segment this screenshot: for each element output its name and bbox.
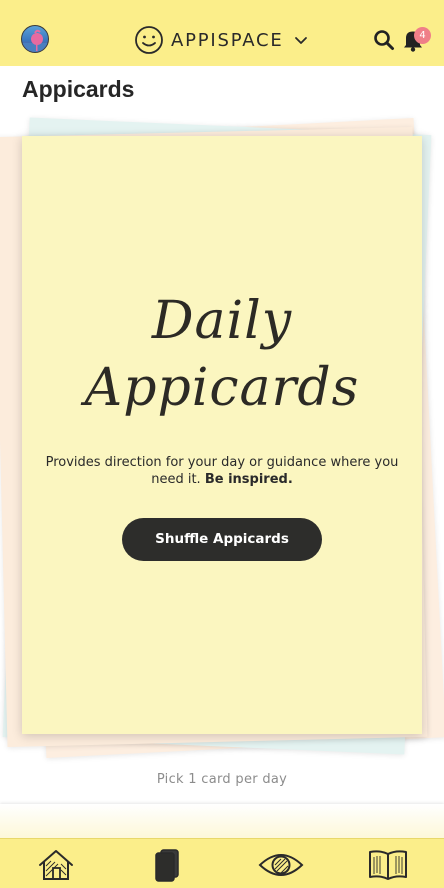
eye-icon — [258, 854, 304, 876]
content-footer-strip — [0, 804, 444, 838]
home-icon — [39, 850, 73, 880]
nav-home[interactable] — [34, 845, 78, 885]
card-heading-line2: Appicards — [84, 358, 360, 418]
brand-name: APPISPACE — [171, 29, 284, 51]
nav-journal[interactable] — [366, 845, 410, 885]
nav-appicards[interactable] — [145, 845, 189, 885]
page-title: Appicards — [22, 76, 135, 102]
card-description-emphasis: Be inspired. — [204, 472, 293, 487]
smiley-logo-icon — [135, 26, 163, 54]
avatar-image — [22, 29, 48, 52]
top-app-bar: APPISPACE 4 — [0, 0, 444, 66]
search-icon[interactable] — [373, 29, 395, 51]
shuffle-appicards-button[interactable]: Shuffle Appicards — [122, 518, 322, 561]
book-icon — [369, 850, 407, 880]
card-heading-line1: Daily — [151, 291, 293, 351]
appicard-front: Daily Appicards Provides direction for y… — [22, 136, 422, 734]
cards-icon — [155, 849, 179, 882]
daily-limit-hint: Pick 1 card per day — [156, 772, 288, 787]
card-description: Provides direction for your day or guida… — [42, 454, 402, 488]
notification-count-badge: 4 — [414, 27, 431, 44]
nav-insights[interactable] — [256, 845, 306, 885]
bottom-navigation — [0, 838, 444, 888]
profile-avatar[interactable] — [21, 25, 49, 53]
chevron-down-icon — [294, 37, 307, 44]
workspace-switcher[interactable]: APPISPACE — [134, 24, 308, 56]
